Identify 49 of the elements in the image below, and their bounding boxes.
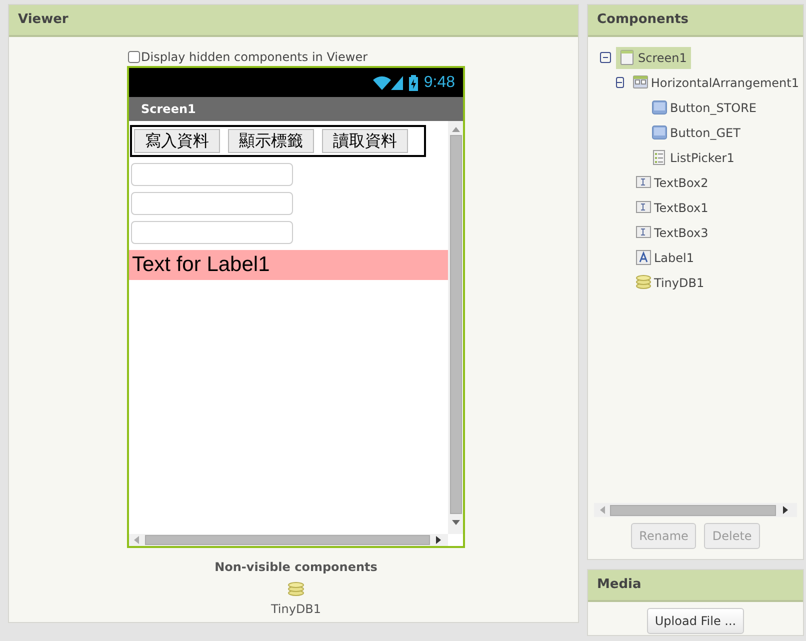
scroll-arrow-icon[interactable] [436, 536, 442, 544]
preview-button[interactable]: 寫入資料 [134, 129, 220, 153]
clock-time: 9:48 [424, 72, 455, 92]
text-box[interactable] [131, 221, 293, 244]
button-icon [652, 100, 667, 115]
list-icon [652, 150, 667, 165]
panel-title: Components [588, 5, 803, 37]
text-cursor-icon [636, 200, 651, 215]
battery-icon [408, 74, 418, 90]
letter-a-icon [636, 250, 651, 265]
tree-item[interactable]: Screen1 [616, 46, 691, 68]
collapse-toggle[interactable] [600, 52, 611, 63]
screen-icon [620, 50, 635, 65]
tree-item[interactable]: TextBox2 [632, 172, 712, 194]
text-cursor-icon [636, 225, 651, 240]
tree-item[interactable]: ListPicker1 [648, 146, 738, 168]
arrangement-icon [632, 75, 648, 90]
section-title: Non-visible components [214, 559, 378, 576]
tree-item[interactable]: Button_STORE [648, 96, 761, 118]
collapse-toggle[interactable] [616, 77, 624, 88]
vertical-scrollbar[interactable] [448, 121, 463, 534]
text-box[interactable] [131, 163, 293, 186]
wifi-icon [372, 76, 391, 90]
scroll-arrow-icon[interactable] [783, 506, 789, 514]
text-box[interactable] [131, 192, 293, 215]
tree-item[interactable]: TinyDB1 [632, 272, 708, 294]
tree-item[interactable]: HorizontalArrangement1 [628, 72, 803, 94]
tree-item[interactable]: TextBox3 [632, 222, 712, 244]
checkbox-label: Display hidden components in Viewer [141, 49, 368, 66]
horizontal-scrollbar[interactable] [594, 503, 797, 517]
panel-title: Media [588, 570, 803, 602]
button-icon [652, 125, 667, 140]
preview-button[interactable]: 讀取資料 [322, 129, 408, 153]
horizontal-scrollbar[interactable] [129, 534, 448, 546]
screen-title: Screen1 [141, 101, 196, 118]
panel-title: Viewer [9, 5, 578, 37]
component-label: TinyDB1 [270, 601, 322, 618]
tree-item[interactable]: TextBox1 [632, 196, 712, 218]
database-icon [288, 582, 304, 596]
signal-icon [390, 76, 403, 90]
action-button[interactable]: Upload File ... [646, 608, 744, 634]
text-cursor-icon [636, 175, 651, 190]
display-hidden-checkbox[interactable] [128, 51, 140, 63]
tree-item[interactable]: Button_GET [648, 122, 744, 144]
tree-item[interactable]: Label1 [632, 246, 698, 268]
database-icon [636, 275, 651, 290]
label-text: Text for Label1 [129, 250, 448, 280]
preview-button[interactable]: 顯示標籤 [228, 129, 314, 153]
scroll-arrow-icon[interactable] [452, 520, 460, 526]
